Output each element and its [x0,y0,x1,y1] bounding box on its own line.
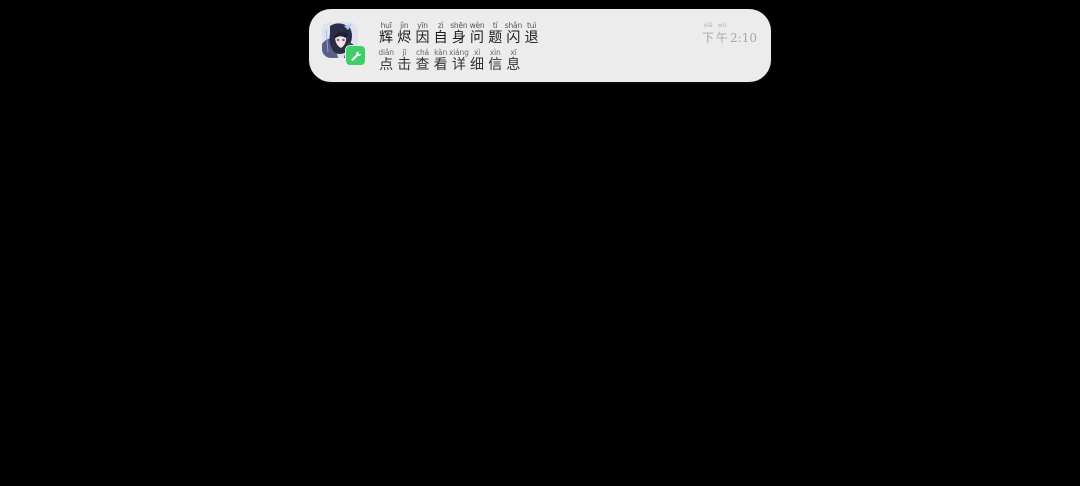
time-value: 2:10 [730,31,757,45]
time-char: wǔ 午 [715,21,729,47]
time-char: xià 下 [701,21,715,47]
title-char: tí 题 [486,21,504,47]
pinyin-annotation: shēn [450,21,468,30]
wrench-tool-icon [345,45,366,66]
pinyin-annotation: yīn [417,21,428,30]
hanzi-character: 因 [415,30,430,46]
body-char: chá 查 [413,48,431,74]
pinyin-annotation: xiáng [449,48,469,57]
body-char: kàn 看 [432,48,450,74]
body-char: jī 击 [395,48,413,74]
hanzi-character: 问 [470,30,485,46]
pinyin-annotation: chá [416,48,429,57]
hanzi-character: 详 [451,57,466,73]
hanzi-character: 闪 [506,30,521,46]
hanzi-character: 点 [379,57,394,73]
pinyin-annotation: wǔ [717,21,727,29]
title-char: shēn 身 [450,21,468,47]
title-char: zì 自 [432,21,450,47]
hanzi-character: 烬 [397,30,412,46]
pinyin-annotation: xià [703,21,713,29]
hanzi-character: 细 [470,57,485,73]
notification-body: diǎn 点 jī 击 chá 查 kàn 看 xiáng 详 xì 细 xìn 信 xī 息 [377,47,697,74]
hanzi-character: 午 [716,31,729,45]
title-char: huī 辉 [377,21,395,47]
hanzi-character: 看 [433,57,448,73]
pinyin-annotation: jī [402,48,407,57]
title-char: shǎn 闪 [504,21,522,47]
hanzi-character: 题 [488,30,503,46]
pinyin-annotation: xī [510,48,517,57]
body-char: xìn 信 [486,48,504,74]
notification-card[interactable]: huī 辉 jìn 烬 yīn 因 zì 自 shēn 身 wèn 问 tí 题 shǎn 闪 tuì 退 diǎ… [309,9,771,82]
pinyin-annotation: wèn [469,21,485,30]
body-char: xī 息 [504,48,522,74]
pinyin-annotation: shǎn [504,21,523,30]
pinyin-annotation: xìn [489,48,501,57]
pinyin-annotation: huī [380,21,392,30]
body-char: diǎn 点 [377,48,395,74]
notification-text: huī 辉 jìn 烬 yīn 因 zì 自 shēn 身 wèn 问 tí 题 shǎn 闪 tuì 退 diǎ… [377,20,697,74]
title-char: wèn 问 [468,21,486,47]
hanzi-character: 辉 [379,30,394,46]
pinyin-annotation: tuì [527,21,537,30]
notification-title: huī 辉 jìn 烬 yīn 因 zì 自 shēn 身 wèn 问 tí 题 shǎn 闪 tuì 退 [377,20,697,47]
pinyin-annotation: tí [492,21,498,30]
pinyin-annotation: kàn [434,48,448,57]
pinyin-annotation: zì [437,21,444,30]
hanzi-character: 下 [702,31,715,45]
hanzi-character: 息 [506,57,521,73]
time-period-label: xià 下 wǔ 午 [701,21,729,47]
screen: huī 辉 jìn 烬 yīn 因 zì 自 shēn 身 wèn 问 tí 题 shǎn 闪 tuì 退 diǎ… [0,0,1080,486]
notification-time: xià 下 wǔ 午 2:10 [701,21,757,47]
hanzi-character: 自 [433,30,448,46]
title-char: jìn 烬 [395,21,413,47]
hanzi-character: 击 [397,57,412,73]
title-char: yīn 因 [413,21,431,47]
hanzi-character: 身 [451,30,466,46]
pinyin-annotation: jìn [400,21,409,30]
body-char: xì 细 [468,48,486,74]
hanzi-character: 信 [488,57,503,73]
pinyin-annotation: diǎn [378,48,394,57]
app-icon-group [322,22,366,66]
body-char: xiáng 详 [449,48,469,74]
pinyin-annotation: xì [473,48,481,57]
hanzi-character: 退 [524,30,539,46]
title-char: tuì 退 [523,21,541,47]
hanzi-character: 查 [415,57,430,73]
